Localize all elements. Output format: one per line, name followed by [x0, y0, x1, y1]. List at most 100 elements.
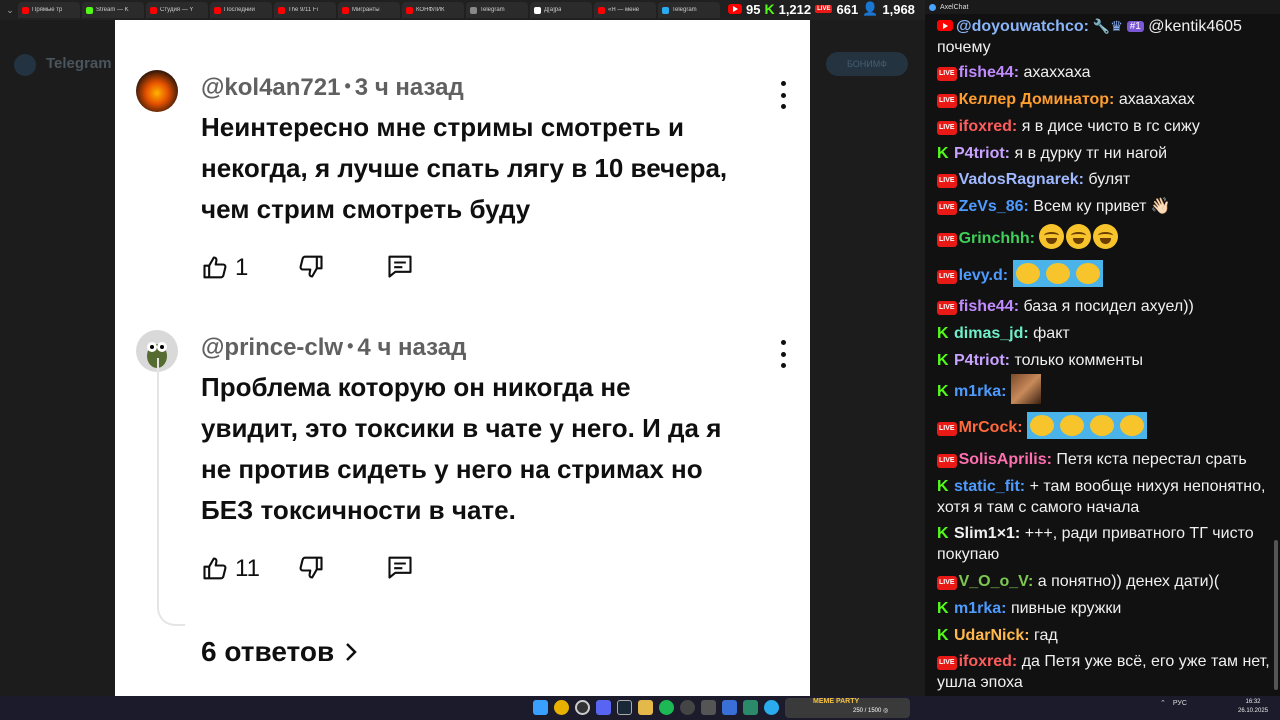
chat-username[interactable]: VadosRagnarek:: [959, 171, 1084, 188]
telegram-title: Telegram: [46, 55, 112, 72]
more-options-icon[interactable]: [775, 81, 791, 109]
browser-tab[interactable]: КОНФЛИК: [402, 2, 464, 18]
tray-expand-icon[interactable]: ⌃: [1160, 699, 1166, 707]
chat-username[interactable]: SolisAprilis:: [959, 451, 1052, 468]
language-indicator[interactable]: РУС: [1173, 700, 1187, 707]
chat-username[interactable]: @doyouwatchco:: [956, 18, 1089, 35]
more-options-icon[interactable]: [775, 340, 791, 368]
chat-username[interactable]: m1rka:: [954, 600, 1006, 617]
browser-tab[interactable]: Последний: [210, 2, 272, 18]
tab-favicon-icon: [598, 6, 605, 14]
chrome-icon[interactable]: [554, 700, 569, 715]
like-count: 11: [235, 555, 260, 582]
chat-username[interactable]: Slim1×1:: [954, 525, 1020, 542]
clock[interactable]: 16:32 26.10.2025: [1238, 698, 1268, 716]
chat-username[interactable]: static_fit:: [954, 478, 1025, 495]
chat-username[interactable]: Келлер Доминатор:: [959, 91, 1115, 108]
chat-text: а понятно)) денех дати)(: [1037, 573, 1220, 590]
chat-username[interactable]: m1rka:: [954, 383, 1006, 400]
browser-tab[interactable]: Stream — K: [82, 2, 144, 18]
app-icon[interactable]: [743, 700, 758, 715]
chat-message: K P4triot: я в дурку тг ни нагой: [937, 143, 1273, 164]
comment-actions: 11: [201, 553, 415, 585]
chat-username[interactable]: ifoxred:: [959, 118, 1018, 135]
chat-message: LIVE Grinchhh:: [937, 224, 1273, 249]
chat-username[interactable]: MrCock:: [959, 419, 1023, 436]
chat-text: я в дисе чисто в гс сижу: [1021, 118, 1200, 135]
comment-author[interactable]: @kol4an721: [201, 74, 340, 101]
like-button[interactable]: 11: [201, 555, 297, 583]
live-icon: LIVE: [815, 5, 833, 13]
live-icon: LIVE: [937, 201, 957, 215]
chat-message: K UdarNick: гад: [937, 625, 1273, 646]
windows-start-icon[interactable]: [533, 700, 548, 715]
avatar[interactable]: [136, 70, 178, 112]
tab-list-chevron-icon[interactable]: ⌄: [4, 4, 16, 16]
browser-tab[interactable]: Мигранты: [338, 2, 400, 18]
chat-username[interactable]: ZeVs_86:: [959, 198, 1029, 215]
app-icon[interactable]: [722, 700, 737, 715]
rank-badge: #1: [1126, 21, 1144, 32]
browser-tab[interactable]: «Я — мене: [594, 2, 656, 18]
steam-icon[interactable]: [617, 700, 632, 715]
chat-app-title: AxelChat: [940, 3, 969, 11]
chat-username[interactable]: V_O_o_V:: [959, 573, 1034, 590]
browser-tab[interactable]: Д[а]ра: [530, 2, 592, 18]
chat-username[interactable]: P4triot:: [954, 145, 1010, 162]
chat-message: Km1rka:: [937, 374, 1273, 404]
dislike-button[interactable]: [297, 553, 385, 586]
comment-author[interactable]: @prince-clw: [201, 334, 343, 361]
chat-username[interactable]: fishe44:: [959, 64, 1019, 81]
app-icon[interactable]: [701, 700, 716, 715]
telegram-button[interactable]: БОНИМФ: [826, 52, 908, 76]
chat-scrollbar[interactable]: [1274, 540, 1278, 690]
spotify-icon[interactable]: [659, 700, 674, 715]
comment-time[interactable]: 3 ч назад: [355, 74, 464, 101]
thumbs-up-icon: [203, 256, 227, 279]
live-icon: LIVE: [937, 454, 957, 468]
discord-icon[interactable]: [596, 700, 611, 715]
chat-username[interactable]: fishe44:: [959, 298, 1019, 315]
chat-text: гад: [1034, 627, 1058, 644]
chat-username[interactable]: levy.d:: [959, 267, 1009, 284]
like-button[interactable]: 1: [201, 254, 297, 282]
tab-title: Студия — Y: [160, 7, 194, 13]
reply-button[interactable]: [385, 553, 415, 586]
chat-message: Km1rka: пивные кружки: [937, 598, 1273, 619]
telegram-logo-icon: [14, 54, 36, 76]
chat-text: база я посидел ахуел)): [1023, 298, 1194, 315]
youtube-icon: [728, 4, 742, 14]
obs-icon[interactable]: [575, 700, 590, 715]
tab-favicon-icon: [150, 6, 157, 14]
browser-tab[interactable]: The 9/11 Fi: [274, 2, 336, 18]
stream-stats: 95 K 1,212 LIVE 661 👤 1,968: [728, 0, 915, 18]
reply-icon: [388, 556, 412, 579]
live-icon: LIVE: [937, 422, 957, 436]
replies-toggle[interactable]: 6 ответов: [201, 636, 358, 668]
live-viewers: 661: [836, 1, 859, 17]
thumbs-up-icon: [203, 557, 227, 580]
chat-username[interactable]: Grinchhh:: [959, 230, 1035, 247]
tab-favicon-icon: [534, 6, 541, 14]
browser-tab[interactable]: Прямые тр: [18, 2, 80, 18]
telegram-icon[interactable]: [764, 700, 779, 715]
chat-username[interactable]: P4triot:: [954, 352, 1010, 369]
browser-tab[interactable]: Студия — Y: [146, 2, 208, 18]
browser-tab[interactable]: Telegram: [466, 2, 528, 18]
chat-username[interactable]: dimas_jd:: [954, 325, 1029, 342]
folder-icon[interactable]: [638, 700, 653, 715]
meme-party-widget[interactable]: MEME PARTY 250 / 1500 ◎: [785, 698, 910, 718]
reply-button[interactable]: [385, 252, 415, 285]
app-icon[interactable]: [680, 700, 695, 715]
dislike-button[interactable]: [297, 252, 385, 285]
chat-username[interactable]: UdarNick:: [954, 627, 1030, 644]
comment-time[interactable]: 4 ч назад: [357, 334, 466, 361]
chat-message: K Slim1×1: +++, ради приватного ТГ чисто …: [937, 523, 1273, 565]
live-icon: LIVE: [937, 301, 957, 315]
emote-icon: [1093, 224, 1119, 249]
emote-icon: [1072, 260, 1103, 287]
taskbar-apps: [533, 700, 800, 715]
chat-username[interactable]: ifoxred:: [959, 653, 1018, 670]
browser-tab[interactable]: Telegram: [658, 2, 720, 18]
youtube-viewers: 95: [746, 1, 761, 17]
